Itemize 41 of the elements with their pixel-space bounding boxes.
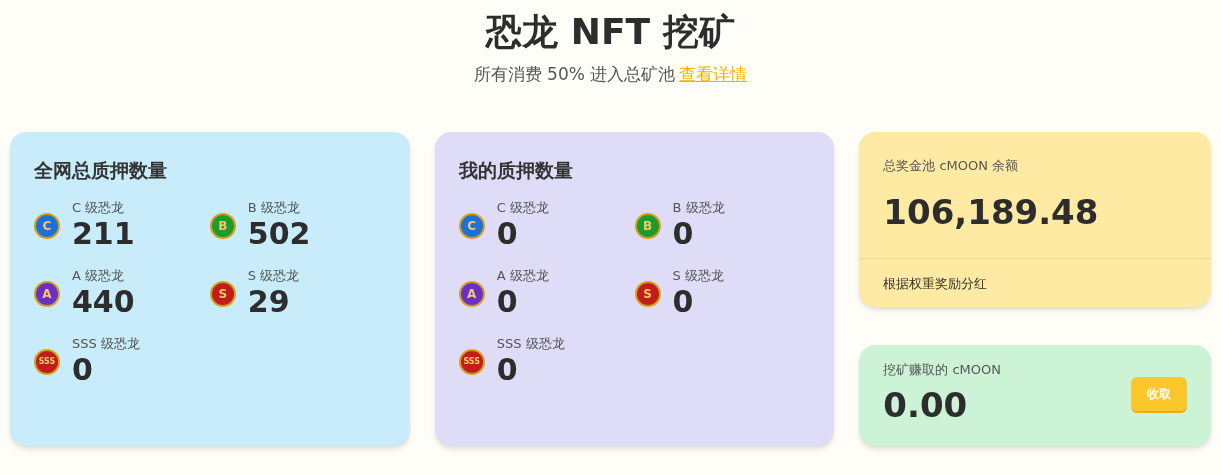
pool-note: 根据权重奖励分红: [883, 276, 988, 291]
tier-badge: C: [458, 213, 485, 239]
tier-count: 502: [247, 216, 311, 252]
tier-badge: A: [458, 281, 485, 307]
details-link[interactable]: 查看详情: [679, 62, 748, 88]
pool-amount: 106,189.48: [883, 191, 1100, 234]
tier-label: C 级恐龙: [496, 200, 549, 216]
tier-label: B 级恐龙: [247, 200, 301, 216]
tier-label: S 级恐龙: [247, 268, 300, 284]
tier-badge: S: [634, 281, 661, 307]
tier-label: S 级恐龙: [672, 268, 724, 284]
card-title: 全网总质押数量: [34, 157, 168, 183]
subtitle: 所有消费 50% 进入总矿池: [473, 63, 676, 86]
tier-badge: C: [34, 213, 60, 239]
claim-button[interactable]: 收取: [1131, 377, 1187, 414]
tier-count: 0: [496, 284, 519, 320]
tier-count: 0: [72, 352, 94, 388]
tier-label: A 级恐龙: [496, 268, 549, 284]
tier-badge: S: [209, 281, 236, 307]
tier-count: 0: [496, 352, 519, 388]
tier-count: 29: [247, 284, 291, 320]
tier-count: 211: [72, 216, 135, 252]
tier-label: C 级恐龙: [72, 200, 126, 216]
tier-badge: A: [34, 281, 60, 307]
pool-label: 总奖金池 cMOON 余额: [883, 156, 1020, 175]
tier-badge: B: [634, 213, 661, 239]
page-title: 恐龙 NFT 挖矿: [486, 10, 735, 54]
tier-badge: B: [209, 213, 236, 239]
tier-badge: SSS: [34, 349, 60, 375]
tier-count: 440: [72, 284, 135, 320]
tier-badge: SSS: [458, 349, 485, 375]
tier-label: A 级恐龙: [72, 268, 126, 284]
tier-label: SSS 级恐龙: [72, 336, 140, 352]
tier-count: 0: [672, 216, 695, 252]
card-title: 我的质押数量: [458, 157, 574, 183]
tier-label: SSS 级恐龙: [496, 336, 565, 352]
tier-count: 0: [672, 284, 695, 320]
tier-count: 0: [496, 216, 519, 252]
mined-label: 挖矿赚取的 cMOON: [883, 361, 1002, 379]
tier-label: B 级恐龙: [672, 200, 725, 216]
mined-amount: 0.00: [883, 383, 969, 427]
